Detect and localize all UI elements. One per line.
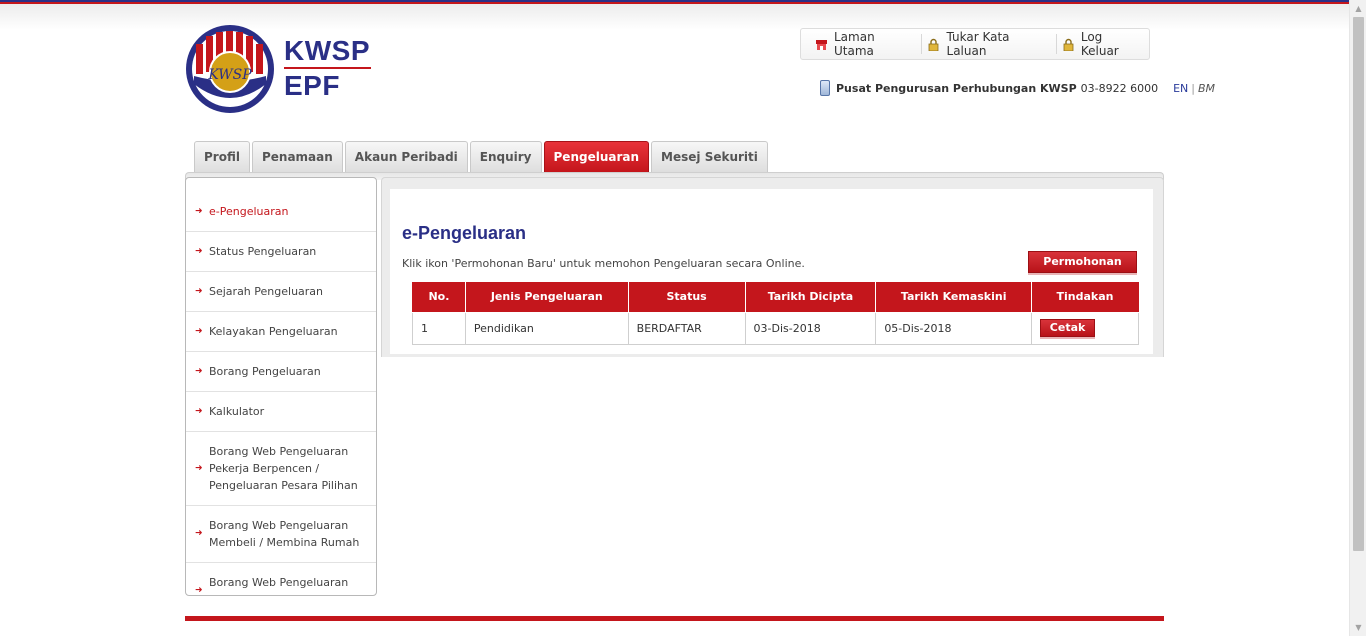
arrow-right-icon: ➜: [195, 286, 203, 296]
logout-link[interactable]: Log Keluar: [1057, 30, 1149, 58]
home-icon: [815, 38, 828, 51]
home-link-label: Laman Utama: [834, 30, 875, 58]
cell-action: Cetak: [1031, 311, 1139, 345]
change-password-link[interactable]: Tukar Kata Laluan: [922, 30, 1057, 58]
page-title: e-Pengeluaran: [402, 223, 527, 243]
sidebar-item-borang-web-pendidikan[interactable]: ➜ Borang Web Pengeluaran Pendidikan: [186, 563, 376, 596]
arrow-right-icon: ➜: [195, 246, 203, 256]
home-link[interactable]: Laman Utama: [809, 30, 923, 58]
logo-epf-text: EPF: [284, 70, 340, 101]
main-panel: e-Pengeluaran Klik ikon 'Permohonan Baru…: [390, 189, 1153, 354]
cell-type: Pendidikan: [464, 311, 629, 345]
lang-en-link[interactable]: EN: [1173, 82, 1188, 95]
sidebar-item-label: Sejarah Pengeluaran: [209, 285, 324, 298]
tab-mesej-sekuriti[interactable]: Mesej Sekuriti: [651, 141, 768, 172]
tab-enquiry[interactable]: Enquiry: [469, 141, 542, 172]
sidebar: ➜ e-Pengeluaran ➜ Status Pengeluaran ➜ S…: [185, 177, 377, 596]
cell-created: 03-Dis-2018: [744, 311, 877, 345]
lock-icon: [928, 38, 940, 51]
contact-label: Pusat Pengurusan Perhubungan KWSP: [836, 81, 1077, 95]
arrow-right-icon: ➜: [195, 206, 203, 216]
content-frame: ➜ e-Pengeluaran ➜ Status Pengeluaran ➜ S…: [185, 172, 1164, 596]
sidebar-item-borang-pengeluaran[interactable]: ➜ Borang Pengeluaran: [186, 352, 376, 392]
lang-separator: |: [1191, 81, 1196, 95]
sidebar-item-label: Kalkulator: [209, 405, 265, 418]
sidebar-item-label: Borang Web Pengeluaran Pekerja Berpencen…: [209, 445, 358, 492]
scroll-thumb[interactable]: [1353, 17, 1364, 551]
sidebar-item-kelayakan-pengeluaran[interactable]: ➜ Kelayakan Pengeluaran: [186, 312, 376, 352]
page-description: Klik ikon 'Permohonan Baru' untuk memoho…: [402, 257, 805, 270]
col-no: No.: [412, 282, 466, 313]
sidebar-item-e-pengeluaran[interactable]: ➜ e-Pengeluaran: [186, 192, 376, 232]
lock-icon: [1063, 38, 1075, 51]
table-row: 1 Pendidikan BERDAFTAR 03-Dis-2018 05-Di…: [412, 311, 1139, 345]
lang-bm-link[interactable]: BM: [1198, 82, 1215, 95]
phone-icon: [820, 80, 830, 96]
arrow-right-icon: ➜: [195, 528, 203, 539]
sidebar-item-sejarah-pengeluaran[interactable]: ➜ Sejarah Pengeluaran: [186, 272, 376, 312]
sidebar-item-label: Borang Web Pengeluaran Membeli / Membina…: [209, 519, 360, 549]
sidebar-item-status-pengeluaran[interactable]: ➜ Status Pengeluaran: [186, 232, 376, 272]
contact-phone: 03-8922 6000: [1080, 81, 1159, 95]
table-header-row: No. Jenis Pengeluaran Status Tarikh Dici…: [412, 282, 1139, 313]
page-scrollbar[interactable]: ▲ ▼: [1349, 0, 1366, 636]
scroll-up-icon[interactable]: ▲: [1350, 0, 1366, 17]
cell-no: 1: [412, 311, 466, 345]
arrow-right-icon: ➜: [195, 463, 203, 473]
logout-label: Log Keluar: [1080, 30, 1119, 58]
sidebar-item-label: e-Pengeluaran: [209, 205, 289, 218]
col-tarikh-dicipta: Tarikh Dicipta: [744, 282, 877, 313]
cell-status: BERDAFTAR: [627, 311, 746, 345]
withdrawal-table: No. Jenis Pengeluaran Status Tarikh Dici…: [412, 282, 1139, 345]
arrow-right-icon: ➜: [195, 585, 203, 596]
kwsp-emblem-icon: KWSP: [186, 25, 274, 113]
language-switch: EN | BM: [1173, 82, 1215, 95]
footer-line: [185, 616, 1164, 621]
tab-pengeluaran[interactable]: Pengeluaran: [543, 141, 650, 172]
print-button[interactable]: Cetak: [1040, 319, 1096, 337]
logo-kwsp-text: KWSP: [284, 35, 370, 66]
col-jenis: Jenis Pengeluaran: [464, 282, 629, 313]
sidebar-item-borang-web-rumah[interactable]: ➜ Borang Web Pengeluaran Membeli / Membi…: [186, 506, 376, 563]
kwsp-logo[interactable]: KWSP KWSP EPF: [185, 24, 375, 116]
col-status: Status: [627, 282, 746, 313]
main-tabs: Profil Penamaan Akaun Peribadi Enquiry P…: [194, 141, 768, 172]
col-tindakan: Tindakan: [1031, 282, 1139, 313]
new-application-button[interactable]: Permohonan Baru: [1028, 251, 1137, 288]
scroll-down-icon[interactable]: ▼: [1350, 619, 1366, 636]
emblem-text: KWSP: [207, 67, 252, 83]
sidebar-item-label: Status Pengeluaran: [209, 245, 317, 258]
sidebar-item-kalkulator[interactable]: ➜ Kalkulator: [186, 392, 376, 432]
sidebar-item-label: Borang Web Pengeluaran Pendidikan: [209, 576, 349, 595]
sidebar-item-borang-web-pesara[interactable]: ➜ Borang Web Pengeluaran Pekerja Berpenc…: [186, 432, 376, 506]
arrow-right-icon: ➜: [195, 326, 203, 336]
change-password-label: Tukar Kata Laluan: [946, 30, 1010, 58]
sidebar-item-label: Borang Pengeluaran: [209, 365, 321, 378]
arrow-right-icon: ➜: [195, 406, 203, 416]
arrow-right-icon: ➜: [195, 366, 203, 376]
tab-akaun-peribadi[interactable]: Akaun Peribadi: [344, 141, 468, 172]
cell-updated: 05-Dis-2018: [875, 311, 1033, 345]
logo-divider: [284, 67, 371, 69]
contact-info: Pusat Pengurusan Perhubungan KWSP 03-892…: [820, 80, 1215, 96]
tab-profil[interactable]: Profil: [194, 141, 250, 172]
col-tarikh-kemaskini: Tarikh Kemaskini: [875, 282, 1033, 313]
sidebar-item-label: Kelayakan Pengeluaran: [209, 325, 338, 338]
tab-penamaan[interactable]: Penamaan: [251, 141, 343, 172]
utility-nav: Laman Utama Tukar Kata Laluan Log Keluar: [800, 28, 1150, 60]
